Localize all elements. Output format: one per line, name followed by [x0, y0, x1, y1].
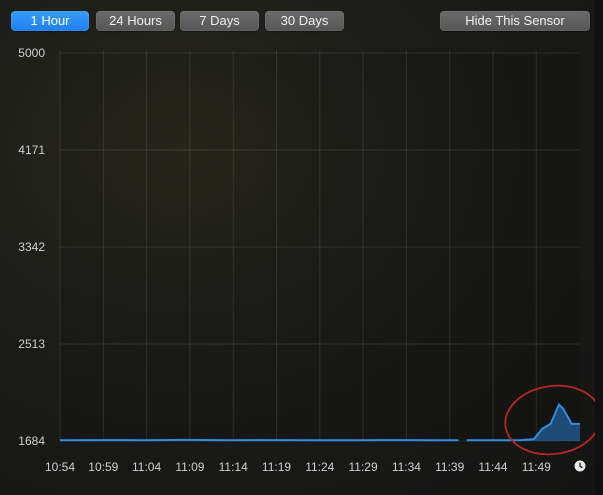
x-tick-label: 11:49	[522, 460, 551, 474]
x-tick-label: 11:24	[305, 460, 334, 474]
y-axis: 5000 4171 3342 2513 1684	[18, 46, 45, 448]
x-tick-label: 11:14	[219, 460, 248, 474]
x-tick-label: 10:59	[88, 460, 118, 474]
y-tick-label: 2513	[18, 337, 45, 351]
x-axis: 10:54 10:59 11:04 11:09 11:14 11:19 11:24 11:29…	[45, 460, 551, 474]
x-tick-label: 11:29	[349, 460, 378, 474]
right-edge-strip	[595, 0, 603, 495]
x-tick-label: 11:04	[132, 460, 161, 474]
y-tick-label: 1684	[18, 434, 45, 448]
x-tick-label: 11:19	[262, 460, 291, 474]
x-tick-label: 11:44	[478, 460, 507, 474]
y-tick-label: 3342	[18, 240, 45, 254]
x-tick-label: 11:09	[175, 460, 204, 474]
x-tick-label: 10:54	[45, 460, 75, 474]
clock-icon[interactable]	[574, 460, 586, 472]
x-tick-label: 11:39	[435, 460, 464, 474]
x-tick-label: 11:34	[392, 460, 421, 474]
y-tick-label: 4171	[18, 143, 45, 157]
y-tick-label: 5000	[18, 46, 45, 60]
sensor-chart: 5000 4171 3342 2513 1684 10:54 10:59 11:04 11:0…	[18, 46, 602, 474]
